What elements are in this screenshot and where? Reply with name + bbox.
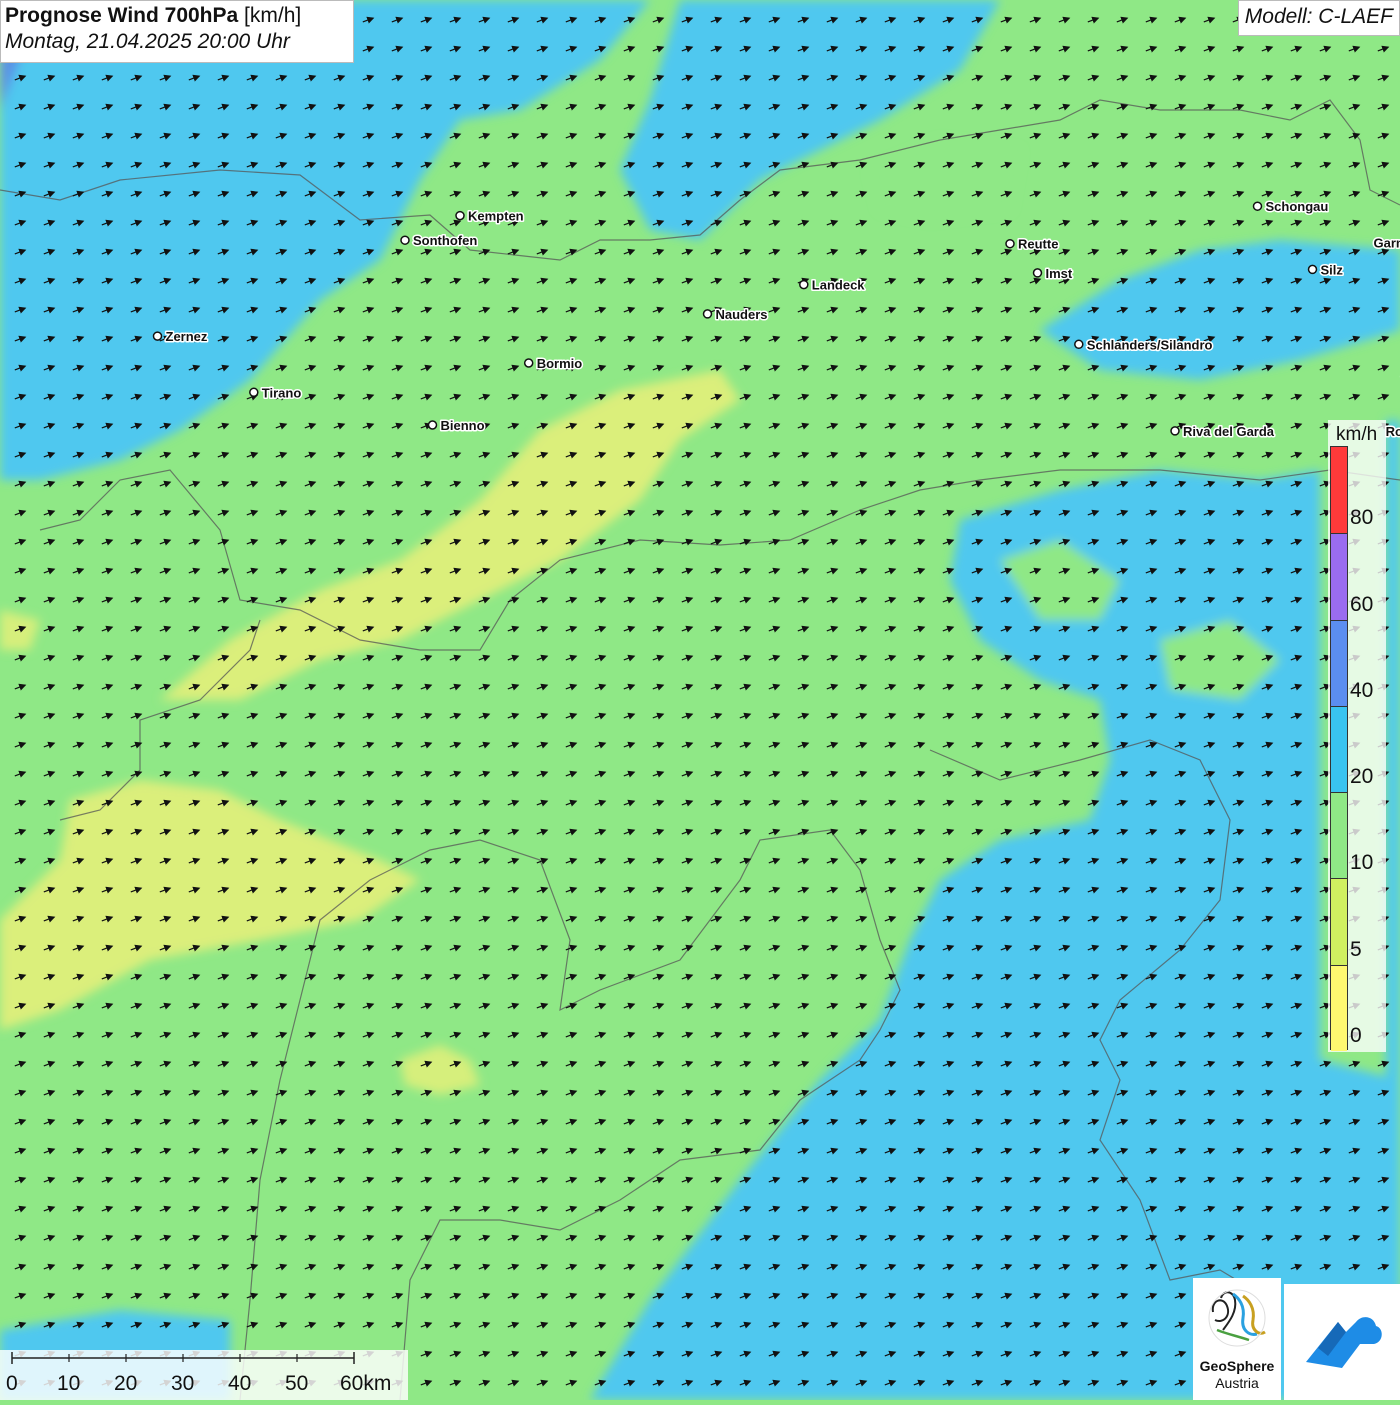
color-legend: km/h 80 60 40 20 10 5 0	[1328, 420, 1386, 1052]
scale-label: 0	[6, 1372, 18, 1396]
city-label: Riva del Garda	[1183, 424, 1275, 439]
legend-tick-label: 60	[1350, 593, 1373, 617]
geosphere-emblem-icon	[1193, 1278, 1281, 1358]
forecast-datetime: Montag, 21.04.2025 20:00 Uhr	[5, 30, 349, 54]
city-label: Garmisch-Partenkirchen	[1373, 236, 1400, 251]
title-box: Prognose Wind 700hPa [km/h] Montag, 21.0…	[0, 0, 354, 63]
city-label: Schongau	[1266, 199, 1329, 214]
geosphere-logo[interactable]: GeoSphere Austria	[1193, 1278, 1281, 1400]
legend-color-bar	[1330, 446, 1348, 1050]
city-dot	[154, 332, 162, 340]
city-label: Rovereto	[1386, 424, 1400, 439]
wind-area-east-right	[1386, 420, 1400, 1080]
city-label: Imst	[1046, 266, 1073, 281]
legend-swatch	[1331, 447, 1347, 533]
city-dot	[250, 388, 258, 396]
city-dot	[429, 421, 437, 429]
city-label: Kempten	[468, 209, 524, 224]
city-dot	[401, 236, 409, 244]
city-label: Reutte	[1018, 237, 1058, 252]
city-marker[interactable]: Rovereto	[1386, 424, 1400, 439]
city-label: Tirano	[262, 385, 302, 400]
scale-label: 50	[285, 1372, 308, 1396]
city-label: Silz	[1321, 262, 1344, 277]
legend-tick-label: 20	[1350, 765, 1373, 789]
city-dot	[1309, 265, 1317, 273]
legend-tick-label: 0	[1350, 1024, 1362, 1048]
city-marker[interactable]: Riva del Garda	[1171, 424, 1275, 439]
scale-label: 10	[57, 1372, 80, 1396]
app-logo[interactable]	[1284, 1284, 1400, 1400]
geosphere-name: GeoSphere	[1193, 1358, 1281, 1374]
scale-label: 20	[114, 1372, 137, 1396]
cloud-app-icon	[1284, 1284, 1400, 1400]
legend-swatch	[1331, 620, 1347, 706]
city-label: Schlanders/Silandro	[1087, 337, 1213, 352]
legend-swatch	[1331, 533, 1347, 619]
geosphere-country: Austria	[1193, 1375, 1281, 1391]
city-label: Zernez	[166, 329, 208, 344]
city-dot	[1075, 340, 1083, 348]
city-dot	[1006, 240, 1014, 248]
city-dot	[800, 281, 808, 289]
wind-map[interactable]: SchongauKemptenBad TölzMurnau am Staffel…	[0, 0, 1400, 1400]
city-label: Nauders	[716, 307, 768, 322]
scale-bar: 0 10 20 30 40 50 60km	[0, 1350, 408, 1400]
city-dot	[1254, 202, 1262, 210]
legend-swatch	[1331, 878, 1347, 964]
legend-swatch	[1331, 792, 1347, 878]
city-dot	[1034, 269, 1042, 277]
scale-label: 30	[171, 1372, 194, 1396]
title-unit: [km/h]	[244, 4, 301, 27]
legend-swatch	[1331, 706, 1347, 792]
model-label: Modell: C-LAEF	[1238, 0, 1400, 36]
city-dot	[525, 359, 533, 367]
legend-tick-label: 10	[1350, 851, 1373, 875]
city-marker[interactable]: Schongau	[1254, 199, 1329, 214]
legend-unit: km/h	[1336, 424, 1377, 446]
legend-swatch	[1331, 965, 1347, 1051]
legend-tick-label: 80	[1350, 506, 1373, 530]
city-label: Bormio	[537, 356, 583, 371]
city-dot	[704, 310, 712, 318]
city-marker[interactable]: Schlanders/Silandro	[1075, 337, 1213, 352]
city-marker[interactable]: Garmisch-Partenkirchen	[1373, 236, 1400, 251]
city-label: Sonthofen	[413, 233, 477, 248]
city-dot	[1171, 427, 1179, 435]
city-label: Landeck	[812, 278, 866, 293]
scale-label: 40	[228, 1372, 251, 1396]
city-marker[interactable]: Sonthofen	[401, 233, 477, 248]
city-dot	[456, 212, 464, 220]
scale-label: 60km	[340, 1372, 391, 1396]
legend-tick-label: 40	[1350, 679, 1373, 703]
legend-tick-label: 5	[1350, 938, 1362, 962]
city-label: Bienno	[441, 418, 485, 433]
map-title: Prognose Wind 700hPa	[5, 4, 238, 27]
